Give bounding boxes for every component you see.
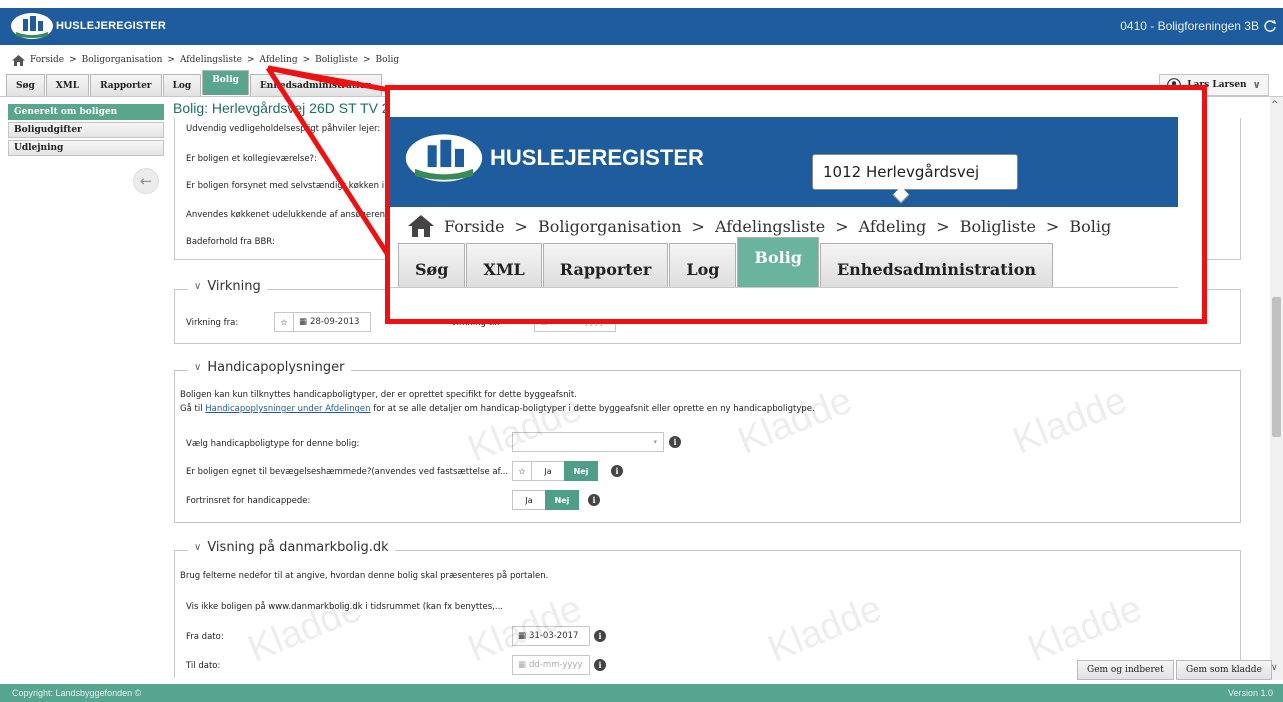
info-icon[interactable]: i [594, 659, 606, 671]
info-icon[interactable]: i [611, 465, 623, 477]
suited-yes-button[interactable]: Ja [531, 461, 565, 481]
org-name: 0410 - Boligforeningen 3B [1120, 19, 1259, 33]
visning-to-label: Til dato: [186, 661, 221, 671]
row-koekken-anvendes: Anvendes køkkenet udelukkende af ansøger… [186, 210, 393, 220]
sidebar: Generelt om boligen Boligudgifter Udlejn… [8, 104, 164, 158]
visning-title: Visning på danmarkbolig.dk [207, 540, 389, 555]
zoom-logo: HUSLEJEREGISTER [404, 127, 704, 189]
row-kollegie: Er boligen et kollegieværelse?: [186, 154, 317, 164]
visning-section [174, 550, 1241, 678]
zoom-tabs: Søg XML Rapporter Log Bolig Enhedsadmini… [398, 237, 1054, 287]
sidebar-item-generelt[interactable]: Generelt om boligen [8, 104, 164, 120]
top-header: HUSLEJEREGISTER 0410 - Boligforeningen 3… [0, 8, 1283, 45]
chevron-down-icon: ∨ [194, 362, 202, 373]
suited-no-button[interactable]: Nej [564, 461, 598, 481]
visning-intro: Brug felterne nedefor til at angive, hvo… [180, 571, 549, 581]
refresh-icon[interactable] [1263, 19, 1277, 33]
handicap-type-select[interactable]: ▾ [512, 432, 664, 452]
zoom-tab-xml: XML [466, 243, 542, 287]
handicap-afdeling-link[interactable]: Handicapoplysninger under Afdelingen [205, 404, 370, 414]
tab-rapporter[interactable]: Rapporter [90, 74, 162, 96]
submit-button[interactable]: Gem og indberet [1077, 660, 1174, 680]
visning-legend[interactable]: ∨ Visning på danmarkbolig.dk [188, 540, 395, 555]
zoom-breadcrumb: Forside > Boligorganisation > Afdelingslis… [408, 215, 1111, 237]
app-name: HUSLEJEREGISTER [56, 20, 166, 32]
tab-xml[interactable]: XML [45, 74, 90, 96]
virkning-legend[interactable]: ∨ Virkning [188, 279, 267, 294]
zoom-header: HUSLEJEREGISTER 1012 Herlevgårdsvej [390, 117, 1178, 207]
zoom-tab-log: Log [669, 243, 737, 287]
handicap-legend[interactable]: ∨ Handicapoplysninger [188, 360, 351, 375]
breadcrumb: Forside > Boligorganisation > Afdelingslis… [12, 52, 399, 68]
logo-icon [11, 13, 53, 39]
handicap-select-label: Vælg handicapboligtype for denne bolig: [186, 439, 360, 449]
org-selector[interactable]: 0410 - Boligforeningen 3B [1120, 19, 1277, 33]
home-icon [408, 215, 434, 237]
back-arrow-icon[interactable]: ← [133, 168, 159, 194]
zoom-tab-divider [390, 287, 1178, 288]
chevron-down-icon: ∨ [1252, 79, 1261, 91]
virkning-from-label: Virkning fra: [186, 318, 239, 328]
tab-log[interactable]: Log [162, 74, 202, 96]
info-icon[interactable]: i [588, 494, 600, 506]
zoom-app-name: HUSLEJEREGISTER [490, 145, 704, 170]
crumb-boligliste[interactable]: Boligliste [315, 55, 358, 65]
visning-to-input[interactable]: ▦ dd-mm-yyyy [512, 655, 590, 675]
vertical-scrollbar[interactable]: ^ ∨ [1270, 97, 1283, 680]
chevron-down-icon: ∨ [194, 542, 202, 553]
info-icon[interactable]: i [669, 436, 681, 448]
handicap-priority-label: Fortrinsret for handicappede: [186, 496, 311, 506]
chevron-down-icon: ∨ [194, 281, 202, 292]
calendar-icon: ▦ [518, 660, 527, 670]
crumb-afdeling[interactable]: Afdeling [260, 55, 298, 65]
star-icon[interactable]: ☆ [512, 461, 532, 481]
crumb-bolig: Bolig [375, 55, 400, 65]
visning-from-label: Fra dato: [186, 632, 224, 642]
info-icon[interactable]: i [594, 630, 606, 642]
zoom-tab-sog: Søg [398, 243, 466, 287]
handicap-intro-link-row: Gå til Handicapoplysninger under Afdelin… [180, 404, 815, 414]
zoom-callout: HUSLEJEREGISTER 1012 Herlevgårdsvej Fors… [385, 85, 1207, 324]
caret-down-icon: ▾ [653, 438, 657, 446]
priority-yes-button[interactable]: Ja [512, 490, 546, 510]
main-tabs: Søg XML Rapporter Log Bolig Enhedsadmini… [6, 70, 383, 96]
virkning-title: Virkning [207, 279, 261, 294]
zoom-tab-enhedsadministration: Enhedsadministration [819, 243, 1054, 287]
row-vedligeholdelse: Udvendig vedligeholdelsespligt påhviler … [186, 124, 381, 134]
scroll-up-icon[interactable]: ^ [1271, 100, 1279, 110]
tab-enhedsadministration[interactable]: Enhedsadministration [249, 74, 382, 96]
handicap-suited-label: Er boligen egnet til bevægelseshæmmede?(… [186, 467, 509, 477]
visning-from-input[interactable]: ▦ 31-03-2017 [512, 626, 590, 646]
crumb-forside[interactable]: Forside [30, 55, 64, 65]
handicap-title: Handicapoplysninger [207, 360, 345, 375]
sidebar-item-udlejning[interactable]: Udlejning [8, 140, 164, 156]
zoom-tab-bolig: Bolig [737, 237, 819, 287]
scroll-down-icon[interactable]: ∨ [1271, 663, 1278, 673]
home-icon[interactable] [12, 54, 25, 66]
star-icon[interactable]: ☆ [274, 312, 294, 332]
logo[interactable]: HUSLEJEREGISTER [10, 12, 166, 40]
crumb-afdelingsliste[interactable]: Afdelingsliste [180, 55, 242, 65]
row-badeforhold: Badeforhold fra BBR: [186, 237, 275, 247]
tab-bolig[interactable]: Bolig [202, 70, 249, 95]
save-draft-button[interactable]: Gem som kladde [1176, 660, 1272, 680]
crumb-boligorganisation[interactable]: Boligorganisation [82, 55, 163, 65]
tooltip: 1012 Herlevgårdsvej [812, 154, 1018, 190]
sidebar-item-boligudgifter[interactable]: Boligudgifter [8, 122, 164, 138]
tab-sog[interactable]: Søg [6, 74, 45, 96]
logo-icon [405, 134, 483, 182]
handicap-intro: Boligen kan kun tilknyttes handicapbolig… [180, 390, 577, 400]
virkning-from-input[interactable]: ▦ 28-09-2013 [293, 312, 371, 332]
zoom-content: HUSLEJEREGISTER 1012 Herlevgårdsvej Fors… [390, 117, 1178, 288]
zoom-tab-rapporter: Rapporter [542, 243, 669, 287]
footer: Copyright: Landsbyggefonden © Version 1.… [0, 684, 1283, 702]
calendar-icon: ▦ [518, 631, 527, 641]
scroll-thumb[interactable] [1272, 297, 1281, 437]
copyright: Copyright: Landsbyggefonden © [12, 688, 142, 698]
priority-no-button[interactable]: Nej [545, 490, 579, 510]
visning-hide-label: Vis ikke boligen på www.danmarkbolig.dk … [186, 602, 503, 612]
calendar-icon: ▦ [299, 317, 308, 327]
version: Version 1.0 [1227, 688, 1273, 698]
